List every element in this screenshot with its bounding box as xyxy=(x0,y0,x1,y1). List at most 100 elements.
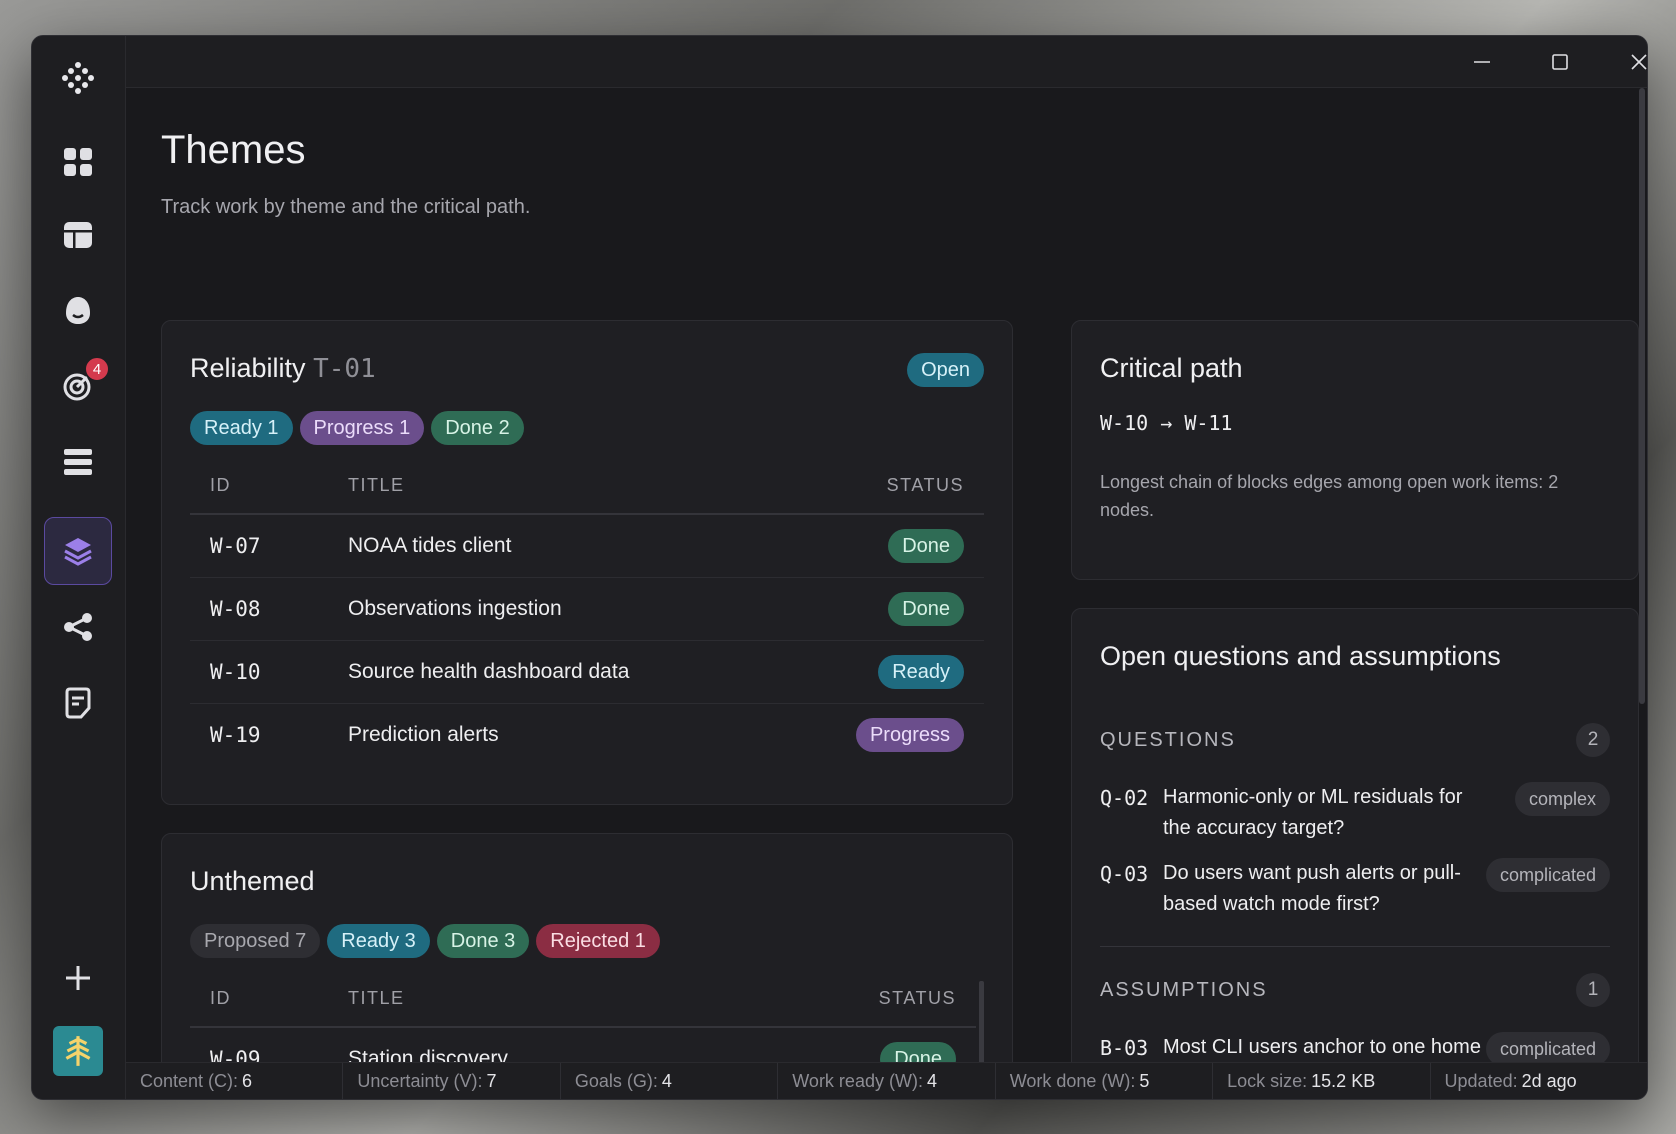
status-updated: Updated: 2d ago xyxy=(1431,1063,1647,1099)
status-value: 7 xyxy=(486,1071,497,1091)
row-id: W-10 xyxy=(210,660,261,684)
pill-done[interactable]: Done 3 xyxy=(436,924,530,958)
status-label: Updated: xyxy=(1444,1071,1518,1091)
pill-progress[interactable]: Progress 1 xyxy=(299,411,425,445)
table-row[interactable]: W-19 Prediction alerts Progress xyxy=(190,704,984,767)
theme-state-badge: Open xyxy=(907,353,984,387)
status-value: 5 xyxy=(1139,1071,1150,1091)
col-id: ID xyxy=(210,475,231,495)
theme-status-pills: Ready 1 Progress 1 Done 2 xyxy=(190,411,524,445)
status-value: 6 xyxy=(242,1071,253,1091)
sidebar-item-content[interactable] xyxy=(44,276,112,344)
list-item[interactable]: Q-02 Harmonic-only or ML residuals for t… xyxy=(1100,782,1610,852)
assumption-id: B-03 xyxy=(1100,1036,1149,1060)
sidebar-item-dashboard[interactable] xyxy=(44,128,112,196)
sidebar-item-notes[interactable] xyxy=(44,669,112,737)
open-questions-title: Open questions and assumptions xyxy=(1100,641,1501,671)
row-title: Source health dashboard data xyxy=(348,660,630,683)
row-title: Observations ingestion xyxy=(348,597,562,620)
layout-icon xyxy=(64,222,92,248)
layers-icon xyxy=(64,538,92,566)
minimize-icon xyxy=(1474,61,1490,63)
pill-ready[interactable]: Ready 3 xyxy=(327,924,430,958)
row-title: Prediction alerts xyxy=(348,723,499,746)
list-item[interactable]: B-03 Most CLI users anchor to one home s… xyxy=(1100,1032,1610,1062)
assumption-text: Most CLI users anchor to one home statio… xyxy=(1163,1036,1481,1058)
question-text: Harmonic-only or ML residuals for the ac… xyxy=(1163,786,1463,839)
pill-proposed[interactable]: Proposed 7 xyxy=(190,924,321,958)
sidebar-item-goals[interactable]: 4 xyxy=(44,352,112,420)
arrow-icon: → xyxy=(1160,411,1173,435)
row-id: W-07 xyxy=(210,534,261,558)
theme-name: Unthemed xyxy=(190,866,315,896)
status-work-done: Work done (W): 5 xyxy=(996,1063,1214,1099)
path-node[interactable]: W-11 xyxy=(1184,411,1232,435)
status-value: 15.2 KB xyxy=(1311,1071,1376,1091)
col-id: ID xyxy=(210,988,231,1008)
sidebar-item-themes[interactable] xyxy=(44,517,112,585)
theme-card-unthemed: Unthemed Proposed 7 Ready 3 Done 3 Rejec… xyxy=(161,833,1013,1062)
divider xyxy=(1100,946,1610,947)
status-label: Goals (G): xyxy=(574,1071,658,1091)
theme-status-pills: Proposed 7 Ready 3 Done 3 Rejected 1 xyxy=(190,924,660,958)
sidebar-item-graph[interactable] xyxy=(44,593,112,661)
table-row[interactable]: W-07 NOAA tides client Done xyxy=(190,515,984,578)
pill-done[interactable]: Done 2 xyxy=(431,411,524,445)
complexity-tag: complex xyxy=(1514,782,1610,816)
status-badge: Done xyxy=(888,529,964,563)
status-work-ready: Work ready (W): 4 xyxy=(778,1063,996,1099)
row-id: W-08 xyxy=(210,597,261,621)
table-scrollbar[interactable] xyxy=(979,981,984,1062)
close-button[interactable] xyxy=(1619,45,1647,79)
critical-path-card: Critical path W-10 → W-11 Longest chain … xyxy=(1071,320,1639,580)
table-row[interactable]: W-09 Station discovery Done xyxy=(190,1028,976,1062)
theme-name: Reliability xyxy=(190,353,306,383)
cap-icon xyxy=(66,297,90,324)
note-icon xyxy=(65,687,91,719)
table-header: ID TITLE STATUS xyxy=(190,455,984,515)
app-logo-icon[interactable] xyxy=(44,44,112,112)
status-label: Uncertainty (V): xyxy=(357,1071,483,1091)
assumptions-count: 1 xyxy=(1576,973,1610,1007)
pill-ready[interactable]: Ready 1 xyxy=(190,411,293,445)
minimize-button[interactable] xyxy=(1462,45,1502,79)
add-button[interactable] xyxy=(44,944,112,1012)
sidebar-item-list[interactable] xyxy=(44,428,112,496)
path-node[interactable]: W-10 xyxy=(1100,411,1148,435)
theme-card-reliability: Reliability T-01 Open Ready 1 Progress 1… xyxy=(161,320,1013,805)
status-value: 2d ago xyxy=(1521,1071,1577,1091)
list-item[interactable]: Q-03 Do users want push alerts or pull-b… xyxy=(1100,858,1610,928)
status-goals: Goals (G): 4 xyxy=(561,1063,779,1099)
sidebar: 4 xyxy=(32,36,126,1099)
list-icon xyxy=(64,449,92,475)
table-header: ID TITLE STATUS xyxy=(190,968,976,1028)
avatar[interactable] xyxy=(53,1026,103,1076)
status-lock-size: Lock size: 15.2 KB xyxy=(1213,1063,1431,1099)
status-badge: Done xyxy=(880,1042,956,1062)
grid-icon xyxy=(64,148,92,176)
question-text: Do users want push alerts or pull-based … xyxy=(1163,862,1461,915)
sidebar-item-layout[interactable] xyxy=(44,201,112,269)
theme-id: T-01 xyxy=(313,354,376,384)
title-bar xyxy=(126,36,1647,88)
maximize-button[interactable] xyxy=(1540,45,1580,79)
status-label: Content (C): xyxy=(140,1071,239,1091)
col-title: TITLE xyxy=(348,988,405,1008)
row-title: NOAA tides client xyxy=(348,534,512,557)
open-questions-card: Open questions and assumptions QUESTIONS… xyxy=(1071,608,1639,1062)
table-row[interactable]: W-08 Observations ingestion Done xyxy=(190,578,984,641)
main-scrollbar[interactable] xyxy=(1639,88,1645,704)
col-status: STATUS xyxy=(878,988,956,1008)
row-id: W-09 xyxy=(210,1047,261,1062)
close-icon xyxy=(1631,54,1647,70)
pill-rejected[interactable]: Rejected 1 xyxy=(536,924,660,958)
status-label: Work ready (W): xyxy=(792,1071,923,1091)
status-label: Lock size: xyxy=(1227,1071,1308,1091)
table-row[interactable]: W-10 Source health dashboard data Ready xyxy=(190,641,984,704)
question-id: Q-03 xyxy=(1100,862,1149,886)
page-subtitle: Track work by theme and the critical pat… xyxy=(161,196,531,218)
complexity-tag: complicated xyxy=(1485,858,1610,892)
main-content: Themes Track work by theme and the criti… xyxy=(126,88,1647,1062)
status-badge: Progress xyxy=(855,718,964,752)
app-window: 4 Themes Track work by theme and the cri… xyxy=(31,35,1648,1100)
